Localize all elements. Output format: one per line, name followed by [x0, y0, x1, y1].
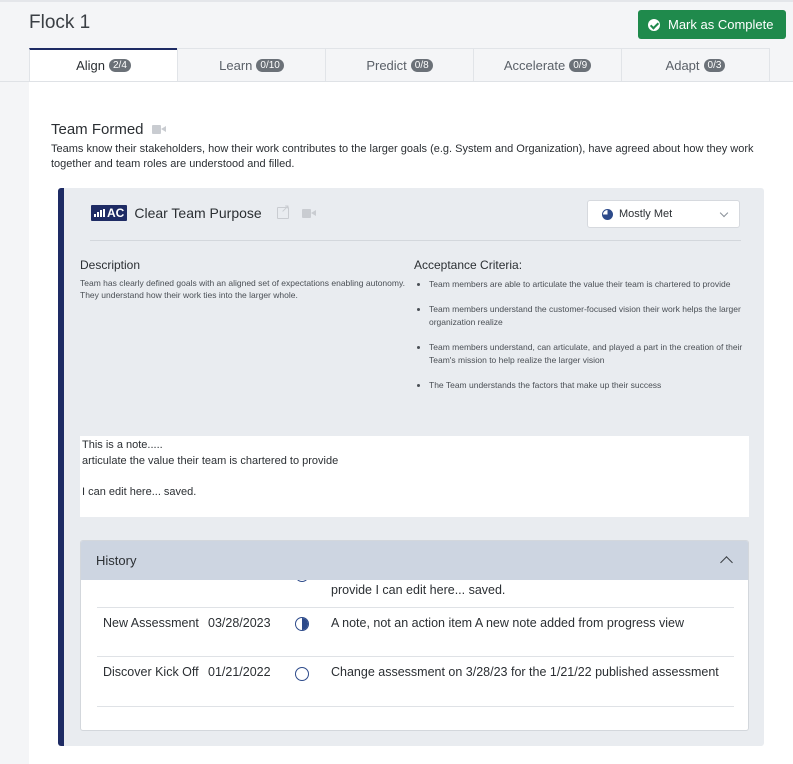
phase-tabs: Align 2/4 Learn 0/10 Predict 0/8 Acceler… — [29, 48, 773, 81]
tab-predict[interactable]: Predict 0/8 — [325, 48, 474, 81]
section-description: Teams know their stakeholders, how their… — [51, 143, 754, 170]
top-divider — [0, 0, 793, 2]
table-row: provide I can edit here... saved. — [97, 580, 734, 608]
mark-complete-label: Mark as Complete — [668, 17, 774, 32]
history-note: Change assessment on 3/28/23 for the 1/2… — [331, 665, 719, 679]
tab-adapt[interactable]: Adapt 0/3 — [621, 48, 770, 81]
chevron-up-icon[interactable] — [720, 556, 733, 569]
list-item: Team members understand the customer-foc… — [414, 303, 752, 329]
list-item: Team members understand, can articulate,… — [414, 341, 752, 367]
bar-chart-icon — [94, 209, 105, 217]
tab-label: Adapt — [665, 57, 700, 73]
ac-logo: AC — [91, 205, 128, 221]
acceptance-heading: Acceptance Criteria: — [414, 258, 523, 272]
tab-label: Accelerate — [503, 57, 566, 73]
pie-three-quarter-icon — [295, 667, 309, 681]
check-circle-icon — [648, 18, 660, 31]
history-panel: History provide I can edit here... saved… — [80, 540, 749, 731]
video-icon[interactable] — [301, 208, 316, 218]
history-name: New Assessment — [103, 616, 199, 630]
history-date: 03/28/2023 — [208, 616, 271, 630]
tab-badge: 2/4 — [109, 59, 131, 72]
tab-accelerate[interactable]: Accelerate 0/9 — [473, 48, 622, 81]
ac-logo-text: AC — [107, 206, 125, 220]
card-title: Clear Team Purpose — [134, 205, 262, 221]
mark-complete-button[interactable]: Mark as Complete — [638, 10, 786, 39]
history-name: Discover Kick Off — [103, 665, 199, 679]
history-header[interactable]: History — [81, 541, 748, 580]
tab-label: Align — [76, 58, 105, 73]
section-title: Team Formed — [51, 121, 144, 138]
page-title: Flock 1 — [29, 12, 91, 33]
page: Flock 1 Mark as Complete Align 2/4 Learn… — [0, 0, 793, 764]
video-icon[interactable] — [151, 125, 166, 134]
description-heading: Description — [80, 258, 141, 272]
tab-label: Predict — [366, 57, 407, 73]
tab-label: Learn — [219, 57, 253, 73]
tab-badge: 0/8 — [410, 58, 433, 72]
tab-badge: 0/9 — [569, 58, 592, 72]
tab-badge: 0/3 — [703, 58, 726, 72]
table-row: New Assessment 03/28/2023 A note, not an… — [97, 608, 734, 657]
history-title: History — [96, 553, 137, 568]
card-divider — [90, 240, 741, 241]
external-link-icon[interactable] — [276, 202, 290, 219]
history-note: provide I can edit here... saved. — [331, 583, 506, 597]
history-date: 01/21/2022 — [208, 665, 271, 679]
list-item: The Team understands the factors that ma… — [414, 379, 752, 392]
acceptance-criteria-list: Team members are able to articulate the … — [414, 278, 752, 392]
table-row: Discover Kick Off 01/21/2022 Change asse… — [97, 657, 734, 707]
description-text: Team has clearly defined goals with an a… — [80, 278, 405, 300]
assessment-status-select[interactable]: Mostly Met — [587, 200, 740, 228]
note-editor[interactable]: This is a note..... articulate the value… — [80, 436, 749, 517]
pie-three-quarter-icon — [295, 580, 309, 582]
tabs-divider — [0, 81, 793, 82]
history-list[interactable]: provide I can edit here... saved. New As… — [97, 580, 734, 730]
tab-learn[interactable]: Learn 0/10 — [177, 48, 326, 81]
list-item: Team members are able to articulate the … — [414, 278, 752, 291]
chevron-down-icon — [719, 208, 729, 218]
pie-three-quarter-icon — [602, 208, 613, 220]
pie-half-icon — [295, 617, 309, 631]
section-heading: Team Formed — [51, 121, 166, 138]
card-header: AC Clear Team Purpose — [91, 202, 316, 221]
tab-align[interactable]: Align 2/4 — [29, 48, 178, 81]
status-value: Mostly Met — [619, 208, 673, 220]
history-note: A note, not an action item A new note ad… — [331, 616, 684, 630]
tab-badge: 0/10 — [256, 58, 284, 72]
